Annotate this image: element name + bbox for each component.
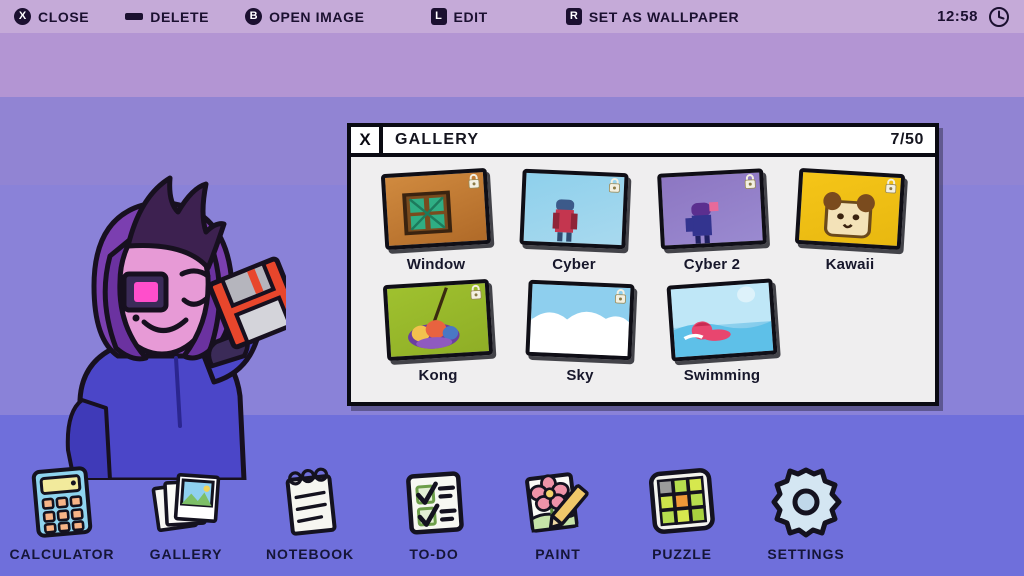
action-open-image[interactable]: B OPEN IMAGE (245, 8, 364, 25)
thumbnail-label: Sky (566, 367, 594, 384)
thumbnail-frame (794, 167, 906, 251)
gallery-thumb-cyber-2[interactable]: Cyber 2 (643, 168, 781, 273)
dock-item-todo[interactable]: TO-DO (372, 464, 496, 576)
thumbnail-frame (519, 168, 629, 250)
gallery-row: Window Cyber Cyber 2 Kawaii (367, 167, 919, 273)
clock-widget: 12:58 (937, 0, 1010, 33)
minus-button-icon (125, 13, 144, 20)
taskbar-dock: CALCULATOR GALLERY NOTEBOOK TO-DO PAINT … (0, 446, 1024, 576)
swim-art (670, 282, 774, 358)
dock-label-settings: SETTINGS (767, 546, 845, 562)
lock-icon (884, 178, 898, 194)
dock-label-paint: PAINT (535, 546, 581, 562)
dock-label-puzzle: PUZZLE (652, 546, 712, 562)
thumbnail-frame (382, 278, 494, 362)
gallery-row: Kong Sky Swimming (367, 278, 919, 384)
action-edit-label: EDIT (453, 8, 488, 25)
thumbnail-label: Swimming (683, 367, 761, 384)
paint-icon (525, 472, 589, 533)
thumbnail-label: Window (406, 256, 466, 273)
dock-label-notebook: NOTEBOOK (265, 546, 355, 562)
clock-icon (989, 6, 1009, 27)
gallery-thumb-kawaii[interactable]: Kawaii (781, 167, 919, 273)
dock-label-gallery: GALLERY (149, 546, 223, 562)
dock-item-paint[interactable]: PAINT (496, 464, 620, 576)
thumbnail-label: Cyber 2 (683, 256, 741, 273)
thumbnail-label: Kong (418, 367, 458, 384)
gallery-thumb-window[interactable]: Window (367, 167, 505, 273)
lock-icon (467, 173, 481, 189)
mascot-character (36, 150, 303, 483)
gallery-thumb-kong[interactable]: Kong (367, 278, 509, 384)
dock-item-settings[interactable]: SETTINGS (744, 464, 868, 576)
dock-label-calculator: CALCULATOR (9, 546, 115, 562)
gallery-titlebar: X GALLERY 7/50 (351, 127, 935, 157)
gear-icon (771, 467, 842, 538)
thumbnail-frame (666, 278, 778, 362)
r-button-icon: R (565, 8, 582, 25)
gallery-grid: Window Cyber Cyber 2 Kawaii Kong Sky Swi… (351, 157, 935, 392)
thumbnail-image (666, 278, 778, 362)
puzzle-grid-icon (648, 468, 715, 534)
action-edit[interactable]: L EDIT (430, 8, 488, 25)
action-close-label: CLOSE (38, 8, 90, 25)
dock-label-todo: TO-DO (409, 546, 459, 562)
photos-icon (151, 472, 221, 532)
gallery-thumb-cyber[interactable]: Cyber (505, 168, 643, 273)
dock-item-calculator[interactable]: CALCULATOR (0, 464, 124, 576)
dock-item-notebook[interactable]: NOTEBOOK (248, 464, 372, 576)
notebook-icon (285, 467, 337, 536)
thumbnail-label: Kawaii (825, 256, 875, 273)
action-delete[interactable]: DELETE (125, 9, 209, 25)
action-close[interactable]: X CLOSE (14, 8, 89, 25)
x-button-icon: X (14, 8, 31, 25)
calculator-icon (31, 466, 93, 538)
lock-icon (469, 284, 483, 300)
action-delete-label: DELETE (150, 8, 210, 25)
gallery-counter: 7/50 (890, 131, 924, 148)
gallery-thumb-swimming[interactable]: Swimming (651, 278, 793, 384)
gallery-title: GALLERY (395, 131, 480, 148)
clock-time-label: 12:58 (937, 8, 978, 25)
action-open-image-label: OPEN IMAGE (269, 8, 365, 25)
dock-item-puzzle[interactable]: PUZZLE (620, 464, 744, 576)
thumbnail-frame (657, 168, 767, 250)
action-set-as-wallpaper[interactable]: R SET AS WALLPAPER (565, 8, 740, 25)
checklist-icon (406, 471, 464, 535)
lock-icon (608, 177, 622, 193)
gallery-thumb-sky[interactable]: Sky (509, 279, 651, 384)
bg-band-2 (0, 33, 1024, 97)
thumbnail-label: Cyber (552, 256, 596, 273)
lock-icon (614, 288, 628, 304)
top-action-bar: X CLOSE DELETE B OPEN IMAGE L EDIT R SET… (0, 0, 1024, 33)
thumbnail-frame (525, 279, 635, 361)
action-set-as-wallpaper-label: SET AS WALLPAPER (588, 8, 740, 25)
gallery-window: X GALLERY 7/50 Window Cyber Cyber 2 Kawa… (347, 123, 939, 406)
thumbnail-frame (380, 167, 492, 251)
dock-item-gallery[interactable]: GALLERY (124, 464, 248, 576)
lock-icon (743, 174, 757, 190)
close-icon[interactable]: X (351, 127, 383, 153)
b-button-icon: B (245, 8, 263, 25)
l-button-icon: L (430, 8, 447, 25)
